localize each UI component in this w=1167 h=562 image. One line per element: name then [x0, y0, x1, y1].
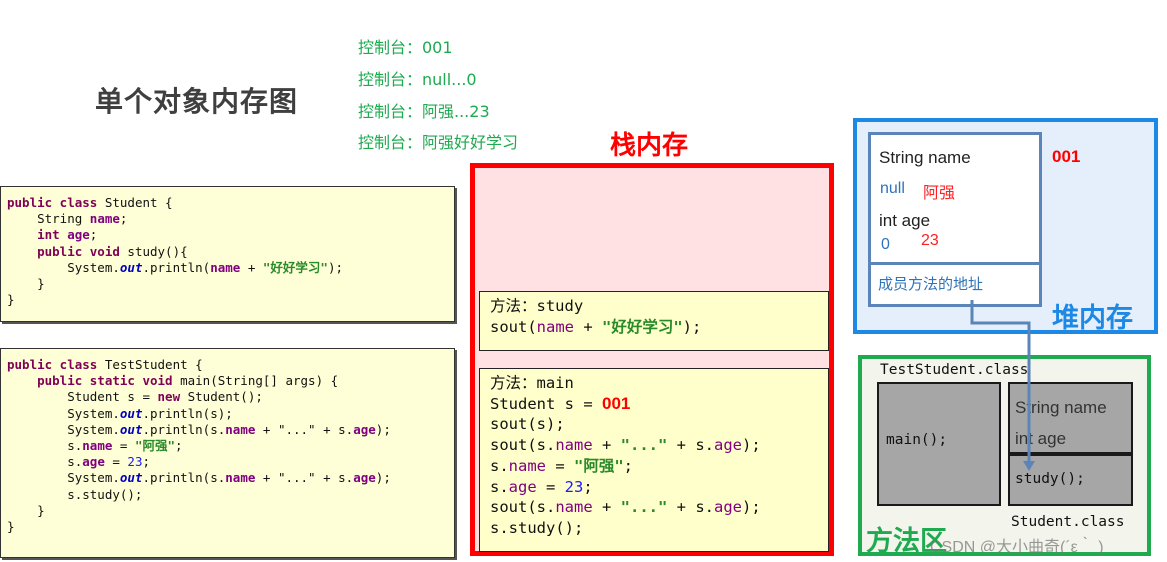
watermark: CSDN @大小曲奇(´ε｀ ) — [930, 539, 1104, 556]
method-reference-arrow — [970, 300, 1035, 471]
arrow-line — [970, 300, 1031, 463]
arrow-head-icon — [1023, 461, 1035, 471]
